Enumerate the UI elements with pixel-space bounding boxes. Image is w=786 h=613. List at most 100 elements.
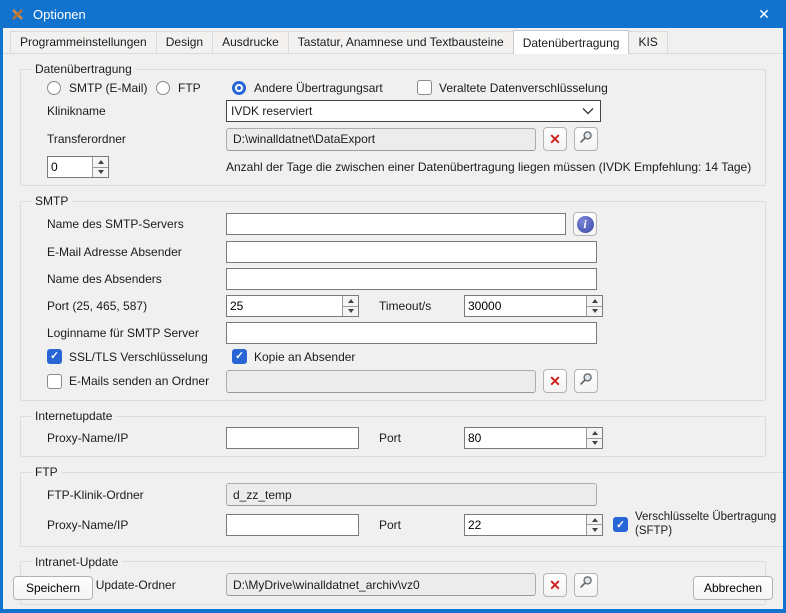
group-datenuebertragung-legend: Datenübertragung: [31, 62, 136, 76]
klinikname-row: Klinikname IVDK reserviert: [47, 100, 757, 122]
spinner-buttons: [92, 157, 108, 177]
transferordner-path: D:\winalldatnet\DataExport: [226, 128, 536, 151]
ftp-port-spinner[interactable]: [464, 514, 603, 536]
absender-name-input[interactable]: [226, 268, 597, 290]
browse-mail-ordner-button[interactable]: [574, 369, 598, 393]
spin-up-icon[interactable]: [587, 515, 602, 525]
smtp-login-label: Loginname für SMTP Server: [47, 326, 226, 340]
checkbox-sftp[interactable]: ✓ Verschlüsselte Übertragung (SFTP): [613, 511, 786, 539]
smtp-login-row: Loginname für SMTP Server: [47, 322, 757, 344]
timeout-input[interactable]: [465, 296, 586, 316]
save-button[interactable]: Speichern: [13, 576, 93, 600]
browse-transferordner-button[interactable]: [574, 127, 598, 151]
absender-name-label: Name des Absenders: [47, 272, 226, 286]
smtp-port-input[interactable]: [227, 296, 342, 316]
magnifier-icon: [579, 372, 593, 391]
clear-mail-ordner-button[interactable]: ✕: [543, 369, 567, 393]
clear-transferordner-button[interactable]: ✕: [543, 127, 567, 151]
spin-down-icon[interactable]: [343, 306, 358, 317]
tab-kis[interactable]: KIS: [628, 31, 667, 53]
radio-off-icon: [156, 81, 170, 95]
spinner-buttons: [586, 428, 602, 448]
radio-smtp-email[interactable]: SMTP (E-Mail): [47, 81, 156, 95]
kopie-label: Kopie an Absender: [254, 350, 355, 364]
titlebar: Optionen ✕: [0, 0, 786, 28]
internetupdate-proxy-input[interactable]: [226, 427, 359, 449]
absender-name-row: Name des Absenders: [47, 268, 757, 290]
smtp-info-button[interactable]: i: [573, 212, 597, 236]
group-internetupdate: Internetupdate Proxy-Name/IP Port: [20, 409, 766, 457]
ftp-proxy-input[interactable]: [226, 514, 359, 536]
tab-bar: Programmeinstellungen Design Ausdrucke T…: [3, 28, 783, 54]
internetupdate-proxy-label: Proxy-Name/IP: [47, 431, 226, 445]
checkbox-kopie-an-absender[interactable]: ✓ Kopie an Absender: [232, 349, 355, 364]
checkbox-emails-senden-an-ordner[interactable]: E-Mails senden an Ordner: [47, 374, 226, 389]
klinikname-select[interactable]: IVDK reserviert: [226, 100, 601, 122]
checkbox-checked-icon: ✓: [613, 517, 628, 532]
tage-hint: Anzahl der Tage die zwischen einer Daten…: [226, 160, 751, 174]
radio-andere-uebertragungsart[interactable]: Andere Übertragungsart: [232, 81, 417, 95]
group-internetupdate-legend: Internetupdate: [31, 409, 116, 423]
tab-page-datenuebertragung: Datenübertragung SMTP (E-Mail) FTP Ander…: [20, 62, 766, 605]
dialog-footer: Speichern Abbrechen: [13, 576, 773, 600]
mail-ordner-row: E-Mails senden an Ordner ✕: [47, 369, 757, 393]
smtp-login-input[interactable]: [226, 322, 597, 344]
group-intranet-update-legend: Intranet-Update: [31, 555, 122, 569]
tage-row: Anzahl der Tage die zwischen einer Daten…: [47, 156, 757, 178]
timeout-spinner[interactable]: [464, 295, 603, 317]
mail-ordner-label: E-Mails senden an Ordner: [69, 374, 209, 388]
veraltete-label: Veraltete Datenverschlüsselung: [439, 81, 608, 95]
clear-x-icon: ✕: [549, 374, 561, 388]
spin-down-icon[interactable]: [93, 167, 108, 178]
tage-input[interactable]: [48, 157, 92, 177]
group-ftp-legend: FTP: [31, 465, 62, 479]
group-datenuebertragung: Datenübertragung SMTP (E-Mail) FTP Ander…: [20, 62, 766, 186]
spin-up-icon[interactable]: [93, 157, 108, 167]
checkbox-checked-icon: ✓: [232, 349, 247, 364]
smtp-server-input[interactable]: [226, 213, 566, 235]
timeout-label: Timeout/s: [379, 299, 464, 313]
sftp-label: Verschlüsselte Übertragung (SFTP): [635, 511, 786, 539]
spinner-buttons: [586, 296, 602, 316]
clear-x-icon: ✕: [549, 132, 561, 146]
tab-programmeinstellungen[interactable]: Programmeinstellungen: [10, 31, 157, 53]
checkbox-veraltete-datenverschluesselung[interactable]: Veraltete Datenverschlüsselung: [417, 80, 608, 95]
mail-ordner-path: [226, 370, 536, 393]
internetupdate-proxy-row: Proxy-Name/IP Port: [47, 427, 757, 449]
tab-datenuebertragung[interactable]: Datenübertragung: [513, 30, 630, 54]
transferordner-row: Transferordner D:\winalldatnet\DataExpor…: [47, 127, 757, 151]
tage-spinner[interactable]: [47, 156, 109, 178]
klinikname-selected-option: IVDK reserviert: [231, 104, 582, 118]
internetupdate-port-input[interactable]: [465, 428, 586, 448]
internetupdate-port-spinner[interactable]: [464, 427, 603, 449]
close-button[interactable]: ✕: [742, 0, 786, 28]
radio-smtp-email-label: SMTP (E-Mail): [69, 81, 147, 95]
smtp-port-row: Port (25, 465, 587) Timeout/s: [47, 295, 757, 317]
absender-mail-input[interactable]: [226, 241, 597, 263]
tab-tastatur-anamnese[interactable]: Tastatur, Anamnese und Textbausteine: [288, 31, 514, 53]
ftp-klinik-ordner-label: FTP-Klinik-Ordner: [47, 488, 226, 502]
chevron-down-icon: [582, 102, 594, 120]
spin-down-icon[interactable]: [587, 306, 602, 317]
cancel-button[interactable]: Abbrechen: [693, 576, 773, 600]
absender-mail-row: E-Mail Adresse Absender: [47, 241, 757, 263]
spin-down-icon[interactable]: [587, 524, 602, 535]
smtp-server-label: Name des SMTP-Servers: [47, 217, 226, 231]
tab-design[interactable]: Design: [156, 31, 213, 53]
checkbox-ssl-tls[interactable]: ✓ SSL/TLS Verschlüsselung: [47, 349, 232, 364]
group-smtp-legend: SMTP: [31, 194, 72, 208]
ftp-port-input[interactable]: [465, 515, 586, 535]
spin-up-icon[interactable]: [587, 296, 602, 306]
magnifier-icon: [579, 130, 593, 149]
spin-up-icon[interactable]: [343, 296, 358, 306]
spin-down-icon[interactable]: [587, 438, 602, 449]
absender-mail-label: E-Mail Adresse Absender: [47, 245, 226, 259]
smtp-port-spinner[interactable]: [226, 295, 359, 317]
radio-ftp[interactable]: FTP: [156, 81, 232, 95]
transferordner-label: Transferordner: [47, 132, 226, 146]
spin-up-icon[interactable]: [587, 428, 602, 438]
window-title: Optionen: [33, 7, 86, 22]
group-smtp: SMTP Name des SMTP-Servers i E-Mail Adre…: [20, 194, 766, 401]
tab-ausdrucke[interactable]: Ausdrucke: [212, 31, 289, 53]
tools-icon: [9, 6, 25, 22]
